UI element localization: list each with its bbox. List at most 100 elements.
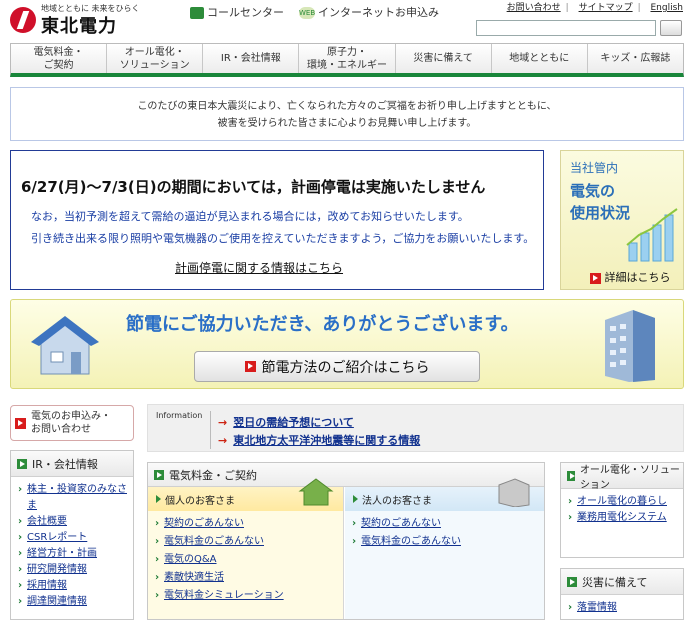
saving-methods-label: 節電方法のご紹介はこちら (261, 359, 430, 376)
triangle-icon (156, 495, 161, 503)
arrow-right-icon (244, 361, 256, 372)
disaster-box: 災害に備えて 落雷情報 (560, 568, 684, 620)
nav-item-ir[interactable]: IR・会社情報 (203, 44, 300, 73)
phone-icon (190, 7, 204, 19)
list-item: 採用情報 (17, 578, 127, 594)
usage-title: 電気の 使用状況 (570, 182, 631, 222)
ir-link[interactable]: 研究開発情報 (27, 564, 87, 575)
list-item: 電気料金のごあんない (154, 533, 337, 551)
contact-label: 電気のお申込み・ お問い合わせ (31, 411, 111, 435)
ir-link[interactable]: 会社概要 (27, 516, 67, 527)
info-link[interactable]: 東北地方太平洋沖地震等に関する情報 (233, 434, 420, 447)
fee-link[interactable]: 電気のQ&A (164, 554, 217, 565)
notice-title: 6/27(月)～7/3(日)の期間においては，計画停電は実施いたしません (21, 178, 486, 196)
saving-title: 節電にご協力いただき、ありがとうございます。 (126, 314, 519, 335)
bar-graph-icon (626, 208, 678, 262)
call-center-label: コールセンター (207, 6, 284, 19)
house-icon (31, 316, 99, 375)
ir-link[interactable]: 経営方針・計画 (27, 548, 97, 559)
ir-link[interactable]: CSRレポート (27, 532, 87, 543)
fee-link[interactable]: 素敵快適生活 (164, 572, 224, 583)
info-link[interactable]: 翌日の需給予想について (233, 416, 354, 429)
nav-item-kids[interactable]: キッズ・広報誌 (588, 44, 683, 73)
arrow-right-icon: → (218, 434, 228, 447)
logo-name[interactable]: 東北電力 (41, 12, 117, 38)
personal-title: 個人のお客さま (165, 495, 235, 507)
usage-region: 当社管内 (570, 161, 619, 175)
english-link[interactable]: English (651, 3, 684, 13)
all-electric-link[interactable]: 業務用電化システム (577, 512, 667, 523)
fee-box: 電気料金・ご契約 個人のお客さま 契約のごあんない 電気料金のごあんない 電気の… (147, 462, 545, 620)
all-electric-box: オール電化・ソリューション オール電化の暮らし 業務用電化システム (560, 462, 684, 558)
all-electric-link[interactable]: オール電化の暮らし (577, 496, 667, 507)
search-input[interactable] (476, 20, 656, 36)
notice-body: なお，当初予測を超えて需給の逼迫が見込まれる場合には，改めてお知らせいたします。 (31, 210, 469, 223)
nav-item-nuclear[interactable]: 原子力・ 環境・エネルギー (299, 44, 396, 73)
ir-link[interactable]: 採用情報 (27, 580, 67, 591)
internet-apply-link[interactable]: WEB インターネットお申込み (299, 4, 439, 20)
disaster-title: 災害に備えて (582, 575, 648, 589)
nav-item-community[interactable]: 地域とともに (492, 44, 588, 73)
contact-button[interactable]: 電気のお申込み・ お問い合わせ (10, 405, 134, 441)
fee-link[interactable]: 電気料金のごあんない (164, 536, 264, 547)
sitemap-link[interactable]: サイトマップ (579, 3, 633, 13)
list-item: オール電化の暮らし (567, 494, 677, 510)
internet-apply-label: インターネットお申込み (318, 6, 439, 19)
power-saving-banner: 節電にご協力いただき、ありがとうございます。 節電方法のご紹介はこちら (10, 299, 684, 389)
usage-detail-label: 詳細はこちら (604, 271, 671, 284)
list-item: CSRレポート (17, 530, 127, 546)
all-electric-title: オール電化・ソリューション (579, 464, 680, 491)
tohoku-logo-icon[interactable] (10, 7, 36, 33)
condolence-line: このたびの東日本大震災により、亡くなられた方々のご冥福をお祈り申し上げますととも… (137, 101, 557, 112)
notice-body: 引き続き出来る限り照明や電気機器のご使用を控えていただきますよう，ご協力をお願い… (31, 232, 535, 245)
corporate-title: 法人のお客さま (362, 495, 432, 507)
info-item: → 東北地方太平洋沖地震等に関する情報 (218, 432, 420, 448)
web-icon: WEB (299, 7, 316, 19)
fee-link[interactable]: 電気料金シミュレーション (164, 590, 284, 601)
contact-link[interactable]: お問い合わせ (507, 3, 561, 13)
list-item: 経営方針・計画 (17, 546, 127, 562)
building-icon (498, 478, 530, 507)
list-item: 会社概要 (17, 514, 127, 530)
arrow-right-icon (15, 417, 26, 429)
list-item: 電気料金のごあんない (351, 533, 538, 551)
saving-methods-button[interactable]: 節電方法のご紹介はこちら (194, 351, 480, 382)
arrow-right-icon (590, 272, 601, 284)
info-divider (210, 411, 211, 449)
nav-item-fees[interactable]: 電気料金・ ご契約 (11, 44, 108, 73)
list-item: 株主・投資家のみなさま (17, 482, 127, 514)
list-item: 落雷情報 (567, 600, 677, 616)
nav-item-disaster[interactable]: 災害に備えて (396, 44, 492, 73)
usage-status-banner[interactable]: 当社管内 電気の 使用状況 詳細はこちら (560, 150, 684, 290)
ir-box: IR・会社情報 株主・投資家のみなさま 会社概要 CSRレポート 経営方針・計画… (10, 450, 134, 620)
fee-link[interactable]: 契約のごあんない (164, 518, 244, 529)
list-item: 電気料金シミュレーション (154, 587, 337, 605)
personal-column: 個人のお客さま 契約のごあんない 電気料金のごあんない 電気のQ&A 素敵快適生… (148, 478, 344, 619)
blackout-info-link[interactable]: 計画停電に関する情報はこちら (175, 259, 343, 276)
triangle-icon (353, 495, 358, 503)
arrow-right-icon (154, 469, 164, 480)
fee-link[interactable]: 契約のごあんない (361, 518, 441, 529)
info-label: Information (156, 411, 203, 420)
blackout-notice: 6/27(月)～7/3(日)の期間においては，計画停電は実施いたしません なお，… (10, 150, 544, 290)
ir-box-title: IR・会社情報 (32, 457, 98, 471)
search-button[interactable] (660, 20, 682, 36)
list-item: 電気のQ&A (154, 551, 337, 569)
call-center-link[interactable]: コールセンター (190, 4, 284, 20)
arrow-right-icon (567, 470, 575, 481)
arrow-right-icon (567, 576, 577, 587)
usage-detail-link[interactable]: 詳細はこちら (590, 269, 671, 285)
list-item: 業務用電化システム (567, 510, 677, 526)
condolence-line: 被害を受けられた皆さまに心よりお見舞い申し上げます。 (217, 118, 477, 129)
ir-link[interactable]: 株主・投資家のみなさま (27, 484, 127, 511)
list-item: 素敵快適生活 (154, 569, 337, 587)
fee-link[interactable]: 電気料金のごあんない (361, 536, 461, 547)
ir-link[interactable]: 調達関連情報 (27, 596, 87, 607)
list-item: 調達関連情報 (17, 594, 127, 610)
list-item: 研究開発情報 (17, 562, 127, 578)
global-nav: 電気料金・ ご契約 オール電化・ ソリューション IR・会社情報 原子力・ 環境… (10, 43, 684, 77)
nav-item-all-electric[interactable]: オール電化・ ソリューション (107, 44, 204, 73)
disaster-link[interactable]: 落雷情報 (577, 602, 617, 613)
condolence-message: このたびの東日本大震災により、亡くなられた方々のご冥福をお祈り申し上げますととも… (10, 87, 684, 141)
arrow-right-icon (17, 458, 27, 469)
